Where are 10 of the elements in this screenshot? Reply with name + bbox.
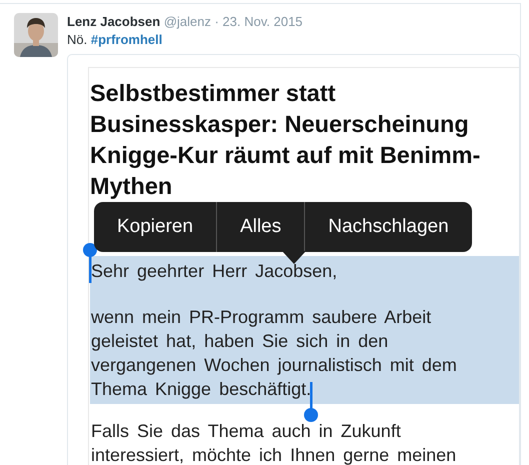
tweet-meta: @jalenz · 23. Nov. 2015 bbox=[164, 14, 303, 29]
paragraph: Falls Sie das Thema auch in Zukunft interessiert, möchte ich Ihnen gerne meinen bbox=[90, 420, 458, 465]
menu-item[interactable]: Kopieren bbox=[94, 202, 216, 252]
hashtag-link[interactable]: #prfromhell bbox=[90, 32, 162, 47]
paragraph: wenn mein PR-Programm saubere Arbeit geleistet hat, haben Sie sich in den vergangenen Wochen journalistisch mit dem Thema Knigge beschäftigt. bbox=[90, 306, 458, 401]
tweet-text: Nö. #prfromhell bbox=[67, 31, 164, 49]
paragraph: Sehr geehrter Herr Jacobsen, bbox=[90, 260, 338, 283]
article-headline: Selbstbestimmer statt Businesskasper: Neuerscheinung Knigge-Kur räumt auf mit Benimm-Mythen bbox=[90, 79, 482, 201]
menu-item[interactable]: Nachschlagen bbox=[304, 202, 472, 252]
author-name[interactable]: Lenz Jacobsen bbox=[67, 14, 160, 29]
